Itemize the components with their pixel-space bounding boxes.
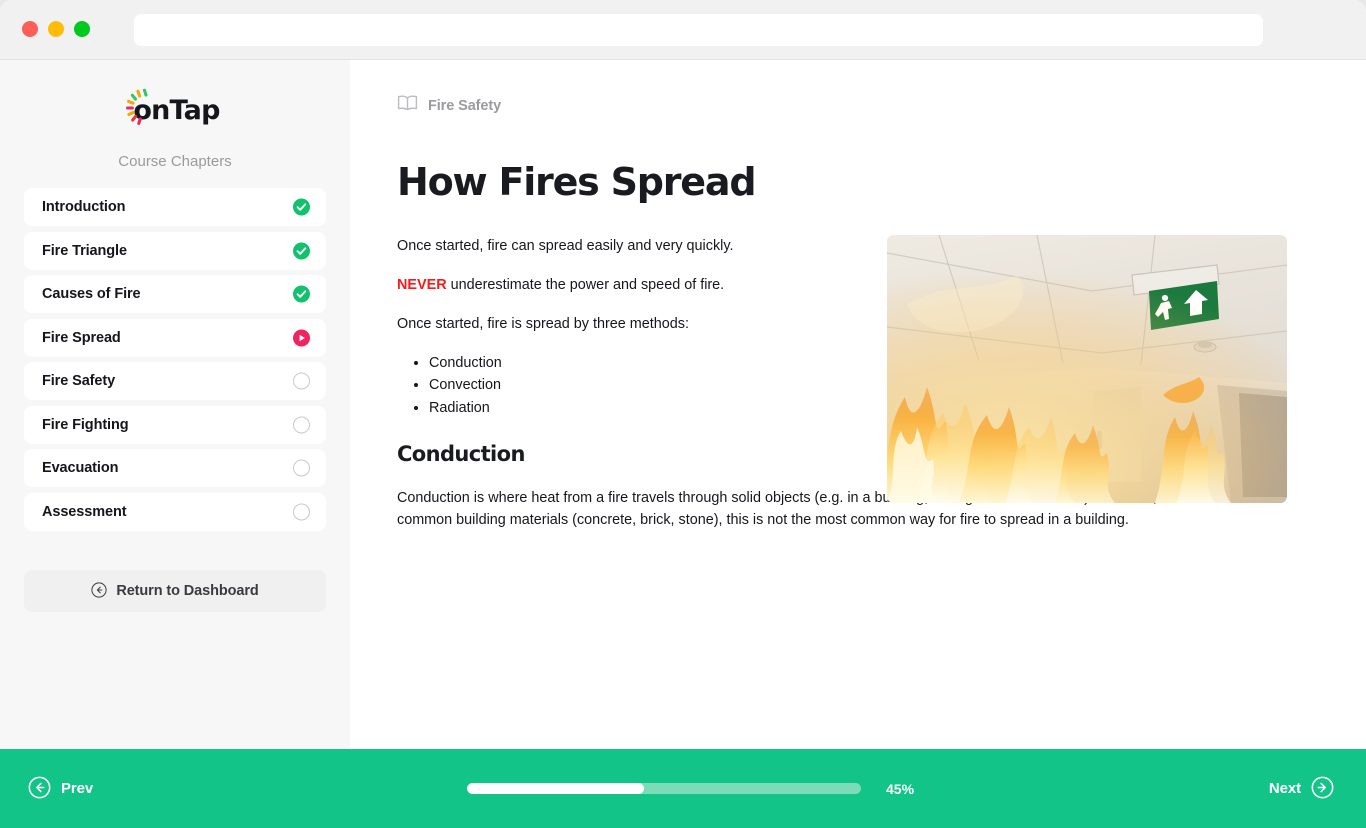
fire-corridor-photo [887, 235, 1287, 503]
sidebar-section-label: Course Chapters [118, 153, 232, 170]
never-emphasis: NEVER [397, 276, 447, 293]
sidebar-item-introduction[interactable]: Introduction [24, 188, 326, 226]
return-to-dashboard-label: Return to Dashboard [116, 583, 259, 599]
sidebar-item-fire-spread[interactable]: Fire Spread [24, 318, 326, 357]
list-item: Radiation [429, 398, 877, 420]
chapter-label: Introduction [42, 199, 126, 215]
chapter-status-icon-playing [293, 329, 310, 346]
list-item: Conduction [429, 353, 877, 375]
chapter-status-icon-pending [293, 416, 310, 433]
arrow-left-circle-icon [28, 776, 51, 802]
chapter-label: Causes of Fire [42, 286, 141, 302]
page-body: onTap Course Chapters Introduction Fire … [0, 60, 1366, 828]
progress-percent-label: 45% [886, 780, 915, 797]
sidebar-item-evacuation[interactable]: Evacuation [24, 449, 326, 487]
return-to-dashboard-button[interactable]: Return to Dashboard [24, 570, 326, 612]
prev-button[interactable]: Prev [28, 776, 93, 802]
warning-text: underestimate the power and speed of fir… [446, 276, 725, 293]
chapter-status-icon-complete [293, 198, 310, 216]
lesson-text-column: Once started, fire can spread easily and… [397, 236, 877, 420]
sidebar-item-assessment[interactable]: Assessment [24, 492, 326, 531]
next-button[interactable]: Next [1269, 776, 1334, 802]
methods-list: Conduction Convection Radiation [429, 353, 877, 420]
lesson-content: Fire Safety How Fires Spread Once starte… [350, 60, 1366, 749]
breadcrumb[interactable]: Fire Safety [397, 94, 501, 117]
chapter-label: Fire Triangle [42, 242, 127, 259]
progress-track[interactable] [467, 783, 861, 794]
arrow-right-circle-icon [1311, 776, 1334, 802]
book-icon [397, 94, 418, 117]
chapter-list: Introduction Fire Triangle Causes of Fir… [24, 188, 326, 536]
course-progress: 45% [467, 781, 914, 797]
chapter-label: Assessment [42, 503, 127, 520]
chapter-status-icon-pending [293, 459, 310, 477]
sidebar-item-fire-fighting[interactable]: Fire Fighting [24, 405, 326, 444]
progress-fill [467, 783, 645, 794]
chapter-status-icon-complete [293, 285, 310, 303]
methods-lead-in: Once started, fire is spread by three me… [397, 315, 689, 332]
course-sidebar: onTap Course Chapters Introduction Fire … [0, 60, 350, 749]
lesson-navigation-footer: Prev 45% Next [0, 749, 1366, 828]
maximize-window-button[interactable] [74, 21, 90, 37]
sidebar-item-causes-of-fire[interactable]: Causes of Fire [24, 275, 326, 313]
traffic-light-controls [22, 21, 90, 37]
arrow-left-circle-icon [91, 581, 107, 601]
page-title: How Fires Spread [397, 160, 757, 204]
next-label: Next [1268, 780, 1301, 797]
minimize-window-button[interactable] [48, 21, 64, 37]
chapter-label: Evacuation [42, 460, 119, 476]
url-input[interactable] [134, 14, 1263, 46]
chapter-status-icon-pending [293, 372, 310, 390]
chapter-status-icon-pending [293, 503, 310, 520]
chapter-status-icon-complete [293, 242, 310, 259]
close-window-button[interactable] [22, 21, 38, 37]
chapter-label: Fire Safety [42, 373, 116, 389]
sidebar-item-fire-safety[interactable]: Fire Safety [24, 362, 326, 400]
chapter-label: Fire Fighting [42, 416, 129, 433]
browser-window: onTap Course Chapters Introduction Fire … [0, 0, 1366, 828]
intro-paragraph: Once started, fire can spread easily and… [397, 238, 734, 254]
warning-paragraph: NEVER underestimate the power and speed … [397, 275, 877, 296]
logo-burst-icon [124, 87, 158, 127]
sidebar-item-fire-triangle[interactable]: Fire Triangle [24, 231, 326, 270]
section-heading-conduction: Conduction [397, 442, 525, 466]
browser-titlebar [0, 0, 1366, 60]
brand-logo[interactable]: onTap [0, 86, 350, 134]
prev-label: Prev [61, 780, 94, 797]
list-item: Convection [429, 375, 877, 397]
breadcrumb-label: Fire Safety [428, 97, 502, 114]
chapter-label: Fire Spread [42, 329, 121, 346]
